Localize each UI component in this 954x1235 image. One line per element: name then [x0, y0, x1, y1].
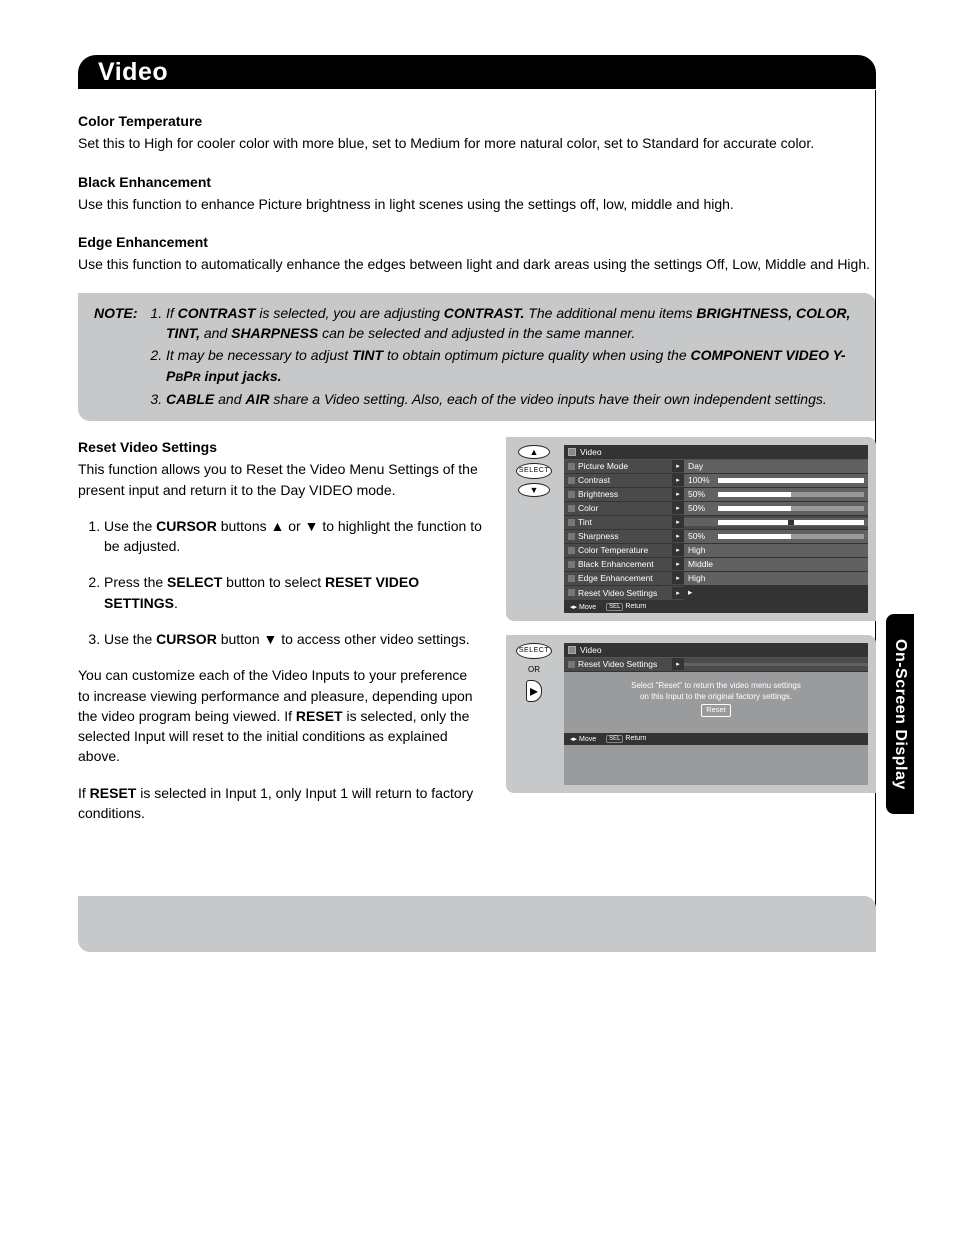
heading-color-temperature: Color Temperature [78, 111, 876, 131]
move-hint: ◂▸ Move [570, 603, 596, 611]
note-label: NOTE: [94, 305, 138, 321]
menu-row[interactable]: Tint▸ [564, 516, 868, 530]
note-box: NOTE: If CONTRAST is selected, you are a… [78, 293, 876, 421]
text-edge-enhancement: Use this function to automatically enhan… [78, 254, 876, 274]
menu-icon [568, 448, 576, 456]
right-column: ▲ SELECT ▼ Video Picture Mode▸DayContras… [506, 437, 876, 839]
menu-footer: ◂▸ Move SEL Return [564, 601, 868, 613]
note-item-1: If CONTRAST is selected, you are adjusti… [166, 303, 860, 344]
step-2: Press the SELECT button to select RESET … [104, 572, 482, 613]
osd-menu: Video Picture Mode▸DayContrast▸100%Brigh… [564, 445, 868, 613]
menu-row[interactable]: Color Temperature▸High [564, 544, 868, 558]
side-tab-on-screen-display: On-Screen Display [886, 614, 914, 814]
body-text: Color Temperature Set this to High for c… [78, 111, 876, 275]
text-color-temperature: Set this to High for cooler color with m… [78, 133, 876, 153]
menu-row-reset[interactable]: Reset Video Settings ▸ [564, 658, 868, 672]
osd-panel-reset: SELECT OR ▸ Video Reset Video Settings ▸ [506, 635, 876, 793]
reset-intro: This function allows you to Reset the Vi… [78, 459, 482, 500]
menu-footer: ◂▸ Move SEL Return [564, 733, 868, 745]
cursor-down-button[interactable]: ▼ [518, 483, 550, 497]
title-bar: Video [78, 55, 876, 89]
menu-icon [568, 646, 576, 654]
reset-message: Select "Reset" to return the video menu … [564, 672, 868, 721]
remote-buttons-2: SELECT OR ▸ [514, 643, 554, 785]
cursor-right-button[interactable]: ▸ [526, 680, 542, 702]
osd-menu-reset: Video Reset Video Settings ▸ Select "Res… [564, 643, 868, 785]
page-title: Video [98, 58, 168, 87]
note-item-3: CABLE and AIR share a Video setting. Als… [166, 389, 860, 409]
osd-panel-video-menu: ▲ SELECT ▼ Video Picture Mode▸DayContras… [506, 437, 876, 621]
reset-para-1: You can customize each of the Video Inpu… [78, 665, 482, 766]
heading-reset-video-settings: Reset Video Settings [78, 437, 482, 457]
return-hint: SEL Return [606, 603, 646, 610]
page: Video Color Temperature Set this to High… [0, 0, 954, 1095]
cursor-up-button[interactable]: ▲ [518, 445, 550, 459]
heading-edge-enhancement: Edge Enhancement [78, 232, 876, 252]
menu-row[interactable]: Reset Video Settings▸▸ [564, 586, 868, 601]
menu-row[interactable]: Picture Mode▸Day [564, 460, 868, 474]
remote-buttons: ▲ SELECT ▼ [514, 445, 554, 613]
or-label: OR [528, 665, 540, 674]
menu-row[interactable]: Brightness▸50% [564, 488, 868, 502]
select-button[interactable]: SELECT [516, 463, 552, 479]
return-hint: SEL Return [606, 735, 646, 742]
move-hint: ◂▸ Move [570, 735, 596, 743]
menu-row[interactable]: Black Enhancement▸Middle [564, 558, 868, 572]
text-black-enhancement: Use this function to enhance Picture bri… [78, 194, 876, 214]
heading-black-enhancement: Black Enhancement [78, 172, 876, 192]
menu-row[interactable]: Sharpness▸50% [564, 530, 868, 544]
two-column: Reset Video Settings This function allow… [78, 437, 876, 839]
step-3: Use the CURSOR button ▼ to access other … [104, 629, 482, 649]
select-button[interactable]: SELECT [516, 643, 552, 659]
menu-row[interactable]: Color▸50% [564, 502, 868, 516]
left-column: Reset Video Settings This function allow… [78, 437, 482, 839]
reset-para-2: If RESET is selected in Input 1, only In… [78, 783, 482, 824]
menu-row[interactable]: Edge Enhancement▸High [564, 572, 868, 586]
bottom-placeholder-box [78, 896, 876, 952]
menu-title: Video [580, 645, 602, 655]
reset-button[interactable]: Reset [701, 704, 731, 717]
menu-row[interactable]: Contrast▸100% [564, 474, 868, 488]
note-item-2: It may be necessary to adjust TINT to ob… [166, 345, 860, 386]
menu-header: Video [564, 445, 868, 460]
menu-header: Video [564, 643, 868, 658]
step-1: Use the CURSOR buttons ▲ or ▼ to highlig… [104, 516, 482, 557]
menu-title: Video [580, 447, 602, 457]
